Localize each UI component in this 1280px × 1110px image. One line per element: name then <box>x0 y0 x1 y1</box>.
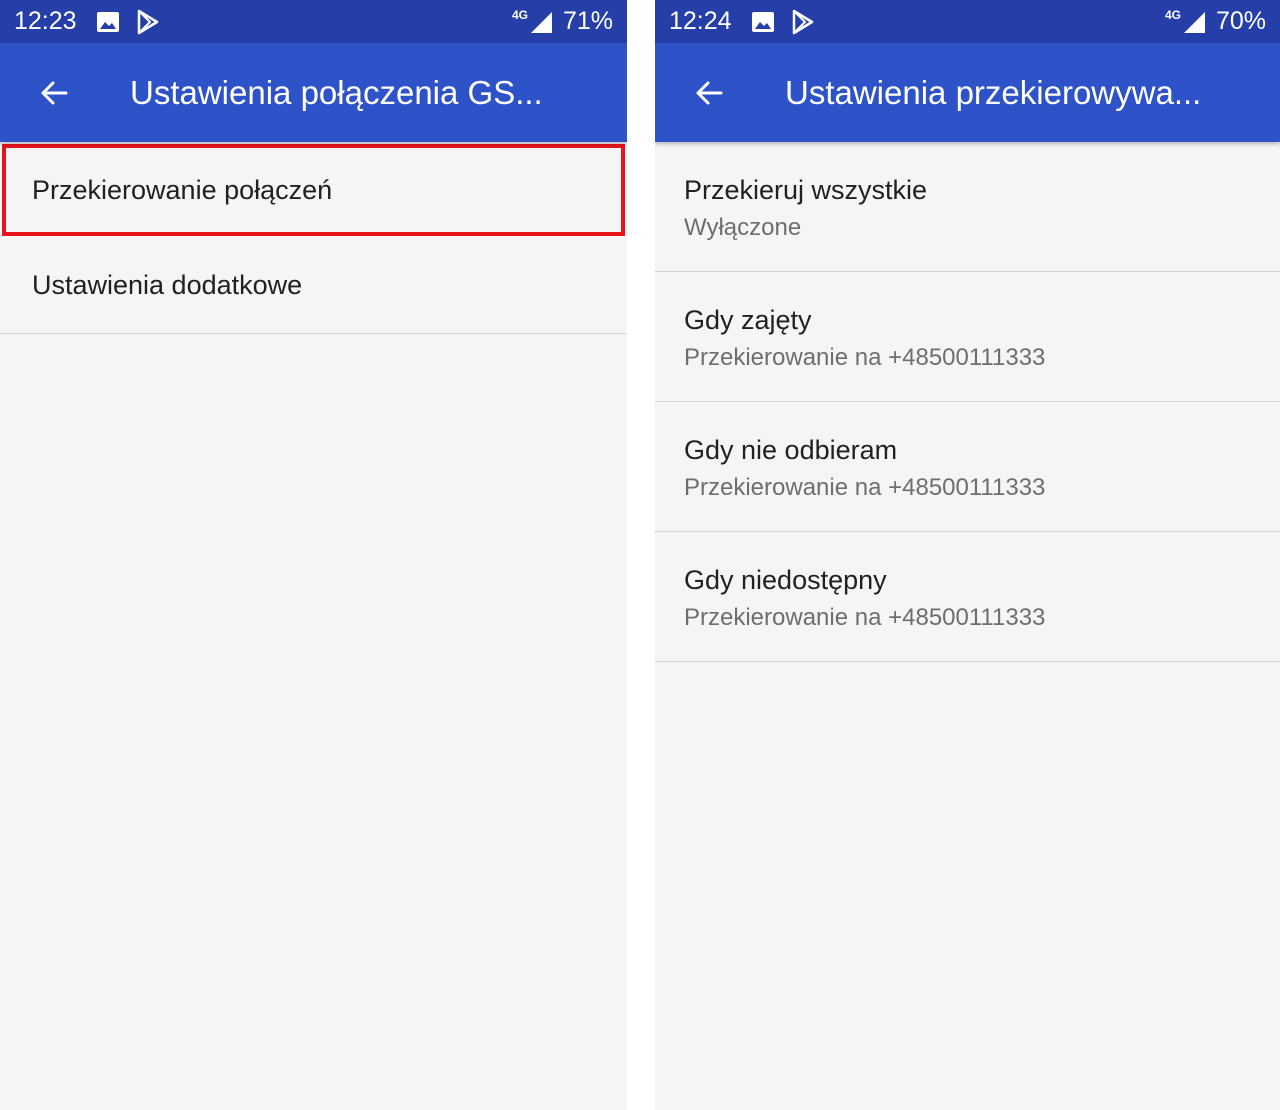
page-title: Ustawienia przekierowywa... <box>785 73 1202 111</box>
list-item-summary: Przekierowanie na +48500111333 <box>684 604 1046 631</box>
list-item-call-forwarding[interactable]: Przekierowanie połączeń <box>0 142 627 238</box>
app-bar: Ustawienia połączenia GS... <box>0 43 627 142</box>
list-item-summary: Wyłączone <box>684 214 802 241</box>
network-type: 4G <box>511 7 528 22</box>
right-screen: 12:24 4G 70% Ustawienia przekierowywa...… <box>655 0 1280 1110</box>
status-bar: 12:23 4G 71% <box>0 0 627 43</box>
list-item-additional-settings[interactable]: Ustawienia dodatkowe <box>0 238 627 334</box>
image-icon <box>95 9 121 35</box>
arrow-back-icon[interactable] <box>36 75 72 111</box>
app-bar: Ustawienia przekierowywa... <box>655 43 1280 142</box>
list-item-summary: Przekierowanie na +48500111333 <box>684 344 1046 371</box>
list-item-summary: Przekierowanie na +48500111333 <box>684 474 1046 501</box>
battery-level: 70% <box>1215 7 1266 35</box>
list-item-label: Ustawienia dodatkowe <box>32 270 303 300</box>
list-item-label: Gdy nie odbieram <box>684 435 898 465</box>
list-item-when-unanswered[interactable]: Gdy nie odbieram Przekierowanie na +4850… <box>655 402 1280 532</box>
signal-icon: 4G <box>1164 7 1206 34</box>
status-time: 12:23 <box>14 7 77 35</box>
forwarding-options-list: Przekieruj wszystkie Wyłączone Gdy zajęt… <box>655 142 1280 662</box>
list-item-when-unreachable[interactable]: Gdy niedostępny Przekierowanie na +48500… <box>655 532 1280 662</box>
left-screen: 12:23 4G 71% Ustawienia połączenia GS...… <box>0 0 627 1110</box>
settings-list: Przekierowanie połączeń Ustawienia dodat… <box>0 142 627 334</box>
play-store-icon <box>135 9 161 35</box>
list-item-forward-all[interactable]: Przekieruj wszystkie Wyłączone <box>655 142 1280 272</box>
list-item-label: Przekieruj wszystkie <box>684 175 928 205</box>
image-icon <box>750 9 776 35</box>
play-store-icon <box>790 9 816 35</box>
list-item-when-busy[interactable]: Gdy zajęty Przekierowanie na +4850011133… <box>655 272 1280 402</box>
list-item-label: Gdy niedostępny <box>684 565 887 595</box>
list-item-label: Gdy zajęty <box>684 305 812 335</box>
page-title: Ustawienia połączenia GS... <box>130 73 543 111</box>
list-item-label: Przekierowanie połączeń <box>32 174 333 205</box>
status-bar: 12:24 4G 70% <box>655 0 1280 43</box>
battery-level: 71% <box>562 7 613 35</box>
status-time: 12:24 <box>669 7 732 35</box>
network-type: 4G <box>1164 7 1181 22</box>
signal-icon: 4G <box>511 7 553 34</box>
arrow-back-icon[interactable] <box>691 75 727 111</box>
